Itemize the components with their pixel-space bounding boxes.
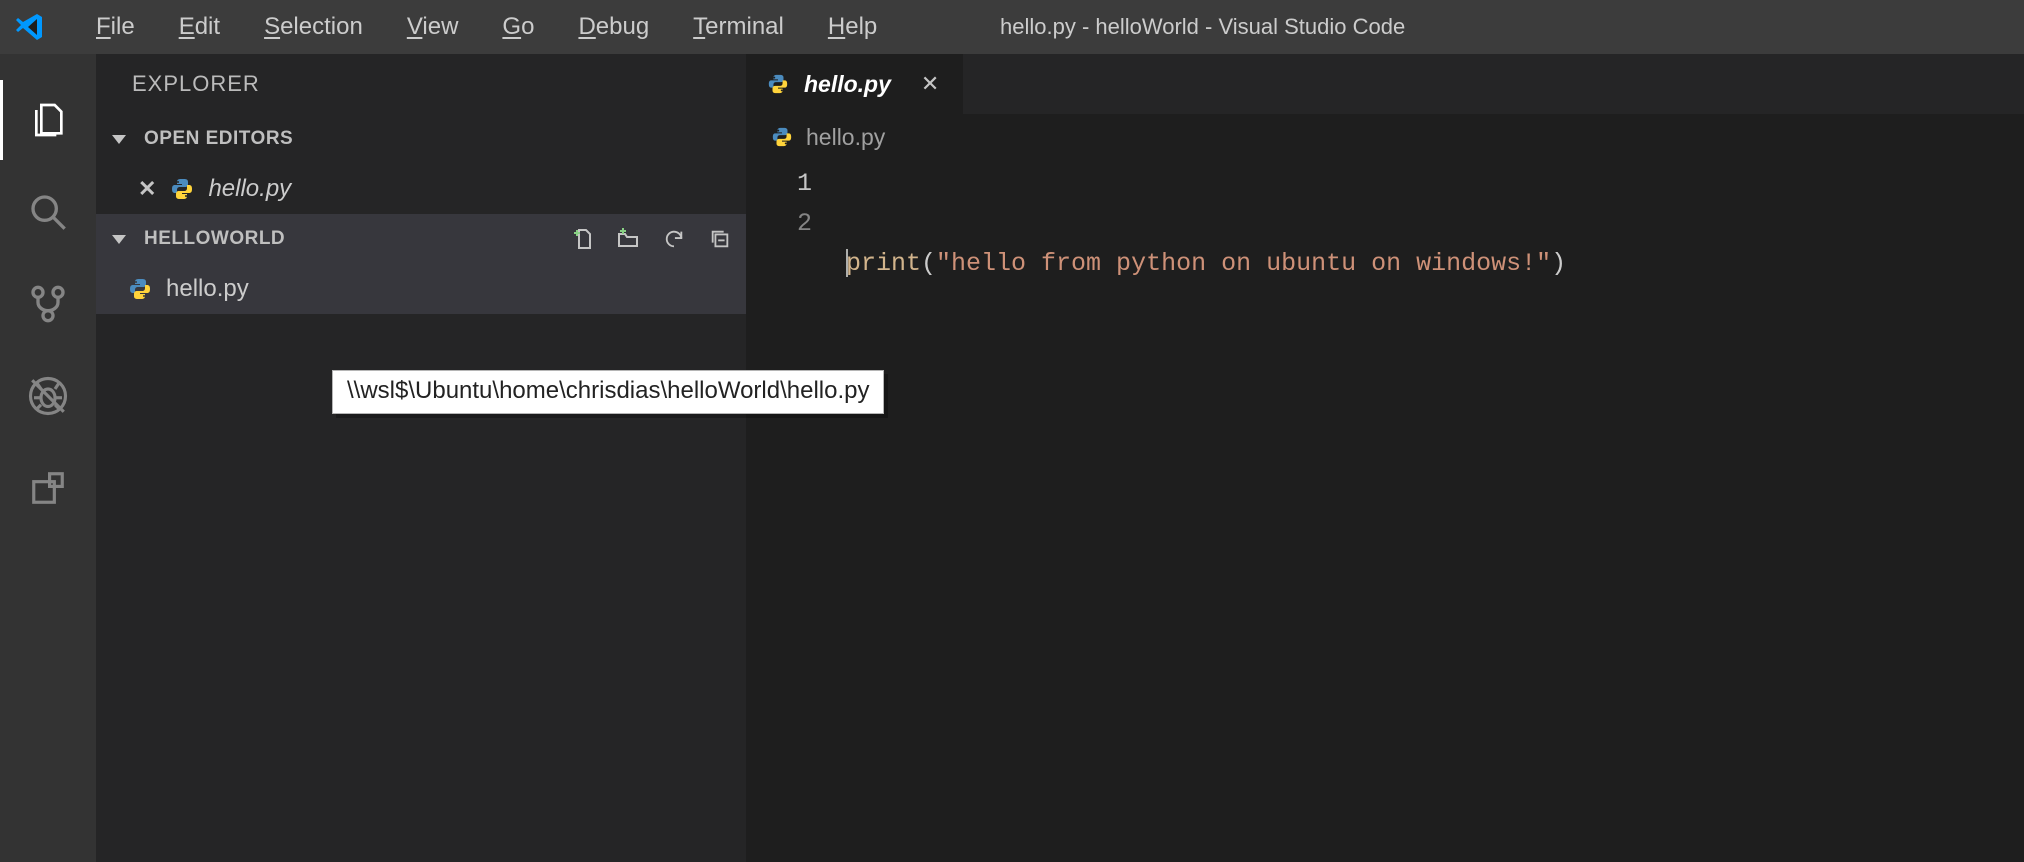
editor-tab[interactable]: hello.py ✕ [746, 54, 964, 114]
python-file-icon [766, 72, 790, 96]
sidebar-title: EXPLORER [96, 54, 746, 114]
menu-selection[interactable]: Selection [242, 3, 385, 51]
close-tab-icon[interactable]: ✕ [921, 71, 939, 97]
window-title: hello.py - helloWorld - Visual Studio Co… [1000, 0, 1974, 54]
new-folder-icon[interactable] [616, 227, 640, 251]
menu-view[interactable]: View [385, 3, 481, 51]
vscode-logo-icon [14, 11, 46, 43]
menu-go[interactable]: Go [480, 3, 556, 51]
tab-label: hello.py [804, 71, 891, 98]
file-tree-filename: hello.py [166, 275, 249, 303]
collapse-all-icon[interactable] [708, 227, 732, 251]
token-string: "hello from python on ubuntu on windows!… [936, 249, 1551, 278]
menu-help[interactable]: Help [806, 3, 899, 51]
chevron-down-icon [112, 235, 126, 244]
explorer-sidebar: EXPLORER OPEN EDITORS ✕ hello.py HELLOWO… [96, 54, 746, 862]
open-editors-label: OPEN EDITORS [144, 128, 293, 150]
code-editor[interactable]: 1 2 print("hello from python on ubuntu o… [746, 160, 2024, 862]
line-gutter: 1 2 [746, 160, 846, 862]
breadcrumb-label: hello.py [806, 124, 885, 151]
new-file-icon[interactable] [570, 227, 594, 251]
title-bar: File Edit Selection View Go Debug Termin… [0, 0, 2024, 54]
token-function: print [846, 249, 921, 278]
activity-explorer[interactable] [0, 74, 96, 166]
open-editor-filename: hello.py [208, 175, 291, 203]
refresh-icon[interactable] [662, 227, 686, 251]
python-file-icon [128, 277, 152, 301]
token-paren: ) [1551, 249, 1566, 278]
chevron-down-icon [112, 135, 126, 144]
line-number: 2 [746, 204, 812, 244]
file-tree-item[interactable]: hello.py [96, 264, 746, 314]
activity-extensions[interactable] [0, 442, 96, 534]
activity-source-control[interactable] [0, 258, 96, 350]
breadcrumb[interactable]: hello.py [746, 114, 2024, 160]
python-file-icon [170, 177, 194, 201]
activity-bar [0, 54, 96, 862]
open-editors-header[interactable]: OPEN EDITORS [96, 114, 746, 164]
workspace-header[interactable]: HELLOWORLD [96, 214, 746, 264]
menu-file[interactable]: File [74, 3, 157, 51]
menu-debug[interactable]: Debug [556, 3, 671, 51]
close-icon[interactable]: ✕ [138, 176, 156, 202]
editor-area: hello.py ✕ hello.py 1 2 print("hello fro… [746, 54, 2024, 862]
workspace-actions [570, 227, 732, 251]
activity-debug[interactable] [0, 350, 96, 442]
token-paren: ( [921, 249, 936, 278]
path-tooltip: \\wsl$\Ubuntu\home\chrisdias\helloWorld\… [332, 370, 884, 414]
code-content[interactable]: print("hello from python on ubuntu on wi… [846, 160, 2024, 862]
workspace-label: HELLOWORLD [144, 228, 285, 250]
activity-search[interactable] [0, 166, 96, 258]
open-editor-item[interactable]: ✕ hello.py [96, 164, 746, 214]
line-number: 1 [746, 164, 812, 204]
editor-tabs: hello.py ✕ [746, 54, 2024, 114]
menu-edit[interactable]: Edit [157, 3, 242, 51]
menu-terminal[interactable]: Terminal [671, 3, 806, 51]
menu-bar: File Edit Selection View Go Debug Termin… [74, 3, 899, 51]
python-file-icon [770, 125, 794, 149]
